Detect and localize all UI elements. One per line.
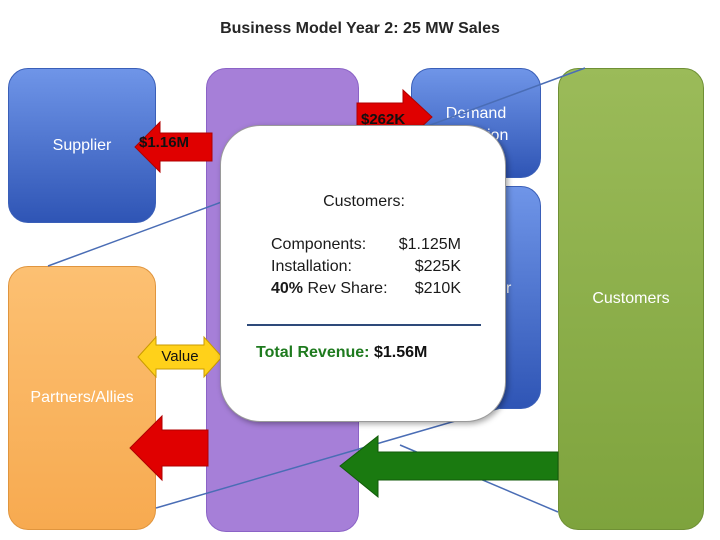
popup-title: Customers: xyxy=(323,193,405,210)
popup-row-components: Components: $1.125M xyxy=(271,236,461,253)
partner-payment-arrow xyxy=(129,414,209,482)
popup-total: Total Revenue: $1.56M xyxy=(256,344,428,361)
customer-payment-arrow xyxy=(339,434,559,499)
value-label: Value xyxy=(161,348,199,365)
popup-separator xyxy=(247,324,481,326)
customers-revenue-popup: Customers: Components: $1.125M Installat… xyxy=(220,125,506,422)
popup-row-installation: Installation: $225K xyxy=(271,258,461,275)
popup-row-rev-share: 40% Rev Share: $210K xyxy=(271,280,461,297)
supplier-amount: $1.16M xyxy=(139,134,190,151)
